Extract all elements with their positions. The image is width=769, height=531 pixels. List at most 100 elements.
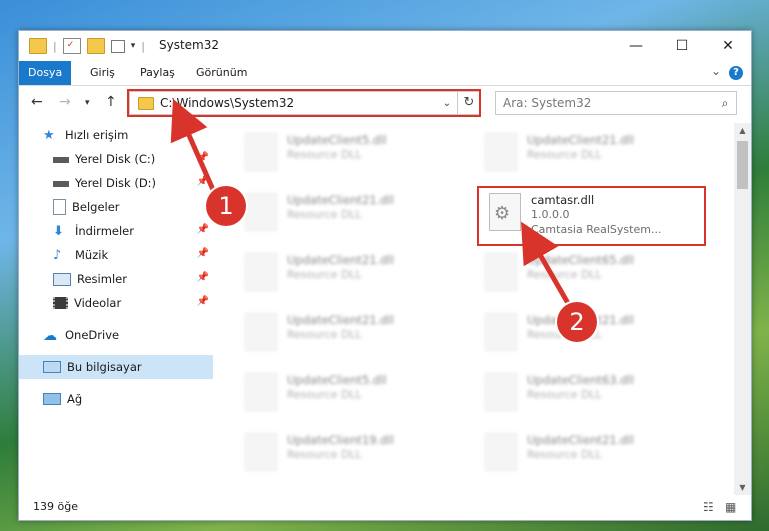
file-name: UpdateClient21.dll [527,433,634,447]
sidebar-item-network[interactable]: Ağ [19,387,213,411]
file-type: Resource DLL [287,328,362,341]
dll-file-icon [485,433,517,471]
details-view-icon[interactable]: ☷ [703,500,714,514]
file-item[interactable]: UpdateClient21.dll Resource DLL [237,187,457,233]
sidebar-item-label: Yerel Disk (C:) [75,152,156,166]
callout-2: 2 [557,302,597,342]
search-box[interactable]: Ara: System32 ⌕ [495,91,737,115]
sidebar-item-local-disk-d[interactable]: Yerel Disk (D:) 📌 [19,171,213,195]
pin-icon: 📌 [196,272,209,283]
file-item[interactable]: UpdateClient21.dll Resource DLL [477,127,697,173]
dll-file-icon [245,373,277,411]
sidebar-item-label: Ağ [67,392,83,406]
sidebar-item-videos[interactable]: Videolar 📌 [19,291,213,315]
sidebar-item-documents[interactable]: Belgeler [19,195,213,219]
file-type: Resource DLL [287,388,362,401]
sidebar-item-pictures[interactable]: Resimler 📌 [19,267,213,291]
new-folder-icon[interactable] [86,38,105,54]
dll-file-icon [245,313,277,351]
file-item[interactable]: UpdateClient65.dll Resource DLL [477,247,697,293]
file-item[interactable]: UpdateClient5.dll Resource DLL [237,367,457,413]
dll-file-icon [485,313,517,351]
pin-icon: 📌 [196,152,209,163]
video-icon [53,297,68,309]
file-item[interactable]: UpdateClient5.dll Resource DLL [237,127,457,173]
explorer-window: | ✓ ▾ | System32 — ☐ ✕ Dosya Giriş Payla… [18,30,752,521]
file-item[interactable]: UpdateClient63.dll Resource DLL [477,367,697,413]
file-type: Resource DLL [527,148,602,161]
sidebar-item-onedrive[interactable]: ☁ OneDrive [19,323,213,347]
vertical-scrollbar[interactable]: ▲ ▼ [734,123,751,495]
sidebar-item-quick-access[interactable]: ★ Hızlı erişim [19,123,213,147]
music-icon: ♪ [53,248,62,263]
item-count: 139 öğe [33,500,78,513]
navigation-pane: ★ Hızlı erişim Yerel Disk (C:) 📌 Yerel D… [19,123,213,483]
documents-icon [53,199,66,215]
sidebar-item-local-disk-c[interactable]: Yerel Disk (C:) 📌 [19,147,213,171]
sidebar-item-label: Müzik [75,248,109,262]
file-type: Resource DLL [287,268,362,281]
search-icon[interactable]: ⌕ [714,96,736,111]
file-list: UpdateClient5.dll Resource DLL UpdateCli… [215,123,729,493]
dll-file-icon [245,193,277,231]
sidebar-item-downloads[interactable]: ⬇ İndirmeler 📌 [19,219,213,243]
collapse-ribbon-icon[interactable]: ⌄ [711,64,721,78]
network-icon [43,393,61,405]
scroll-up-icon[interactable]: ▲ [734,126,751,135]
computer-icon [43,361,61,373]
drive-icon [53,157,69,163]
back-icon[interactable]: ← [31,94,43,110]
scroll-down-icon[interactable]: ▼ [734,483,751,492]
tab-view[interactable]: Görünüm [187,61,256,85]
pin-icon: 📌 [196,248,209,259]
maximize-button[interactable]: ☐ [659,31,705,61]
folder-icon [29,38,47,54]
chevron-down-icon[interactable]: ▾ [131,41,136,51]
download-icon: ⬇ [53,224,64,239]
recent-locations-icon[interactable]: ▾ [85,98,90,108]
navigation-bar: ← → ▾ ↑ C:\Windows\System32 ⌄ ↻ Ara: Sys… [19,86,751,120]
sidebar-item-label: Yerel Disk (D:) [75,176,157,190]
file-type: Resource DLL [527,268,602,281]
customize-toolbar-icon[interactable] [110,39,125,53]
quick-access-toolbar: | ✓ ▾ | [29,38,145,54]
forward-icon[interactable]: → [59,94,71,110]
file-item[interactable]: UpdateClient19.dll Resource DLL [237,427,457,473]
sidebar-item-label: Belgeler [72,200,120,214]
cloud-icon: ☁ [43,328,57,344]
file-item[interactable]: UpdateClient21.dll Resource DLL [237,247,457,293]
pin-icon: 📌 [196,296,209,307]
tab-share[interactable]: Paylaş [131,61,184,85]
file-name: UpdateClient65.dll [527,253,634,267]
minimize-button[interactable]: — [613,31,659,61]
status-bar: 139 öğe ☷ ▦ [19,496,751,518]
sidebar-item-this-pc[interactable]: Bu bilgisayar [19,355,213,379]
separator: | [141,39,145,53]
up-icon[interactable]: ↑ [105,94,117,110]
search-input[interactable]: Ara: System32 [496,96,714,110]
file-name: UpdateClient21.dll [287,253,394,267]
star-icon: ★ [43,128,55,143]
title-bar: | ✓ ▾ | System32 — ☐ ✕ [19,31,751,61]
sidebar-item-music[interactable]: ♪ Müzik 📌 [19,243,213,267]
sidebar-item-label: Resimler [77,272,127,286]
file-type: Resource DLL [527,388,602,401]
tab-home[interactable]: Giriş [81,61,124,85]
close-button[interactable]: ✕ [705,31,751,61]
file-name: UpdateClient5.dll [287,373,387,387]
sidebar-item-label: OneDrive [65,328,120,342]
file-item[interactable]: UpdateClient21.dll Resource DLL [237,307,457,353]
file-name: UpdateClient63.dll [527,373,634,387]
tab-file[interactable]: Dosya [19,61,72,85]
file-name: UpdateClient21.dll [287,313,394,327]
pictures-icon [53,272,71,286]
properties-icon[interactable]: ✓ [62,38,81,54]
large-icons-view-icon[interactable]: ▦ [725,500,736,514]
file-type: Resource DLL [287,148,362,161]
file-item[interactable]: UpdateClient21.dll Resource DLL [477,427,697,473]
pin-icon: 📌 [196,176,209,187]
pin-icon: 📌 [196,224,209,235]
scrollbar-thumb[interactable] [737,141,748,189]
separator: | [53,39,57,53]
help-icon[interactable]: ? [729,66,743,80]
